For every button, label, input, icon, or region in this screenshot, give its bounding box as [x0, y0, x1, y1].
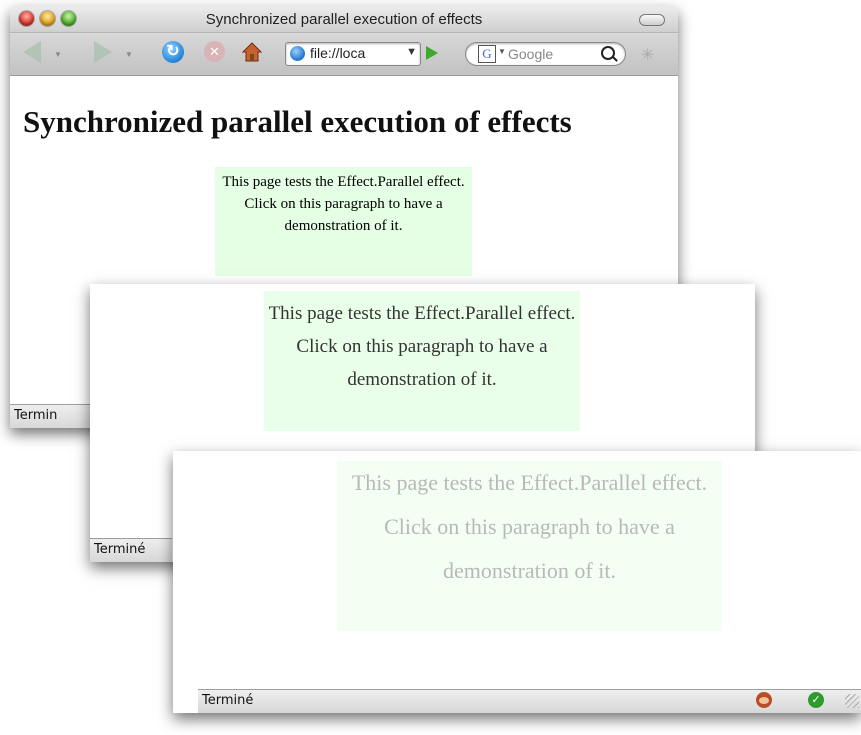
demo-paragraph-text: This page tests the Effect.Parallel effe…: [268, 303, 576, 390]
status-bar: Terminé: [90, 538, 172, 562]
window-title: Synchronized parallel execution of effec…: [205, 11, 483, 28]
navigation-toolbar: ▼ ▼ ↻ ✕ file://loca ▼ G ▼ Google ✳: [10, 33, 678, 76]
url-text: file://loca: [310, 45, 366, 61]
search-engine-icon[interactable]: G: [478, 45, 496, 63]
forward-arrow-icon[interactable]: [94, 41, 112, 63]
back-arrow-icon[interactable]: [23, 41, 41, 63]
greasemonkey-icon[interactable]: [756, 692, 772, 708]
search-field[interactable]: G ▼ Google: [465, 42, 626, 66]
demo-paragraph-text: This page tests the Effect.Parallel effe…: [222, 174, 465, 234]
reload-icon[interactable]: ↻: [162, 41, 184, 63]
status-text: Terminé: [94, 542, 146, 557]
home-icon[interactable]: [242, 42, 262, 62]
demo-paragraph-fading[interactable]: This page tests the Effect.Parallel effe…: [264, 291, 580, 431]
status-text: Terminé: [202, 693, 254, 708]
url-dropdown-icon[interactable]: ▼: [406, 46, 417, 58]
browser-window-step-3: This page tests the Effect.Parallel effe…: [173, 451, 861, 713]
toolbar-toggle-button[interactable]: [639, 14, 665, 26]
go-icon[interactable]: [426, 46, 438, 60]
throbber-icon: ✳: [641, 47, 655, 64]
search-placeholder: Google: [508, 46, 554, 62]
check-icon[interactable]: ✓: [808, 692, 824, 708]
status-bar: Terminé ✓: [198, 689, 861, 713]
status-text: Termin: [14, 408, 58, 423]
url-field[interactable]: file://loca ▼: [285, 42, 421, 66]
demo-paragraph[interactable]: This page tests the Effect.Parallel effe…: [215, 167, 472, 276]
back-history-dropdown-icon[interactable]: ▼: [54, 50, 62, 59]
stop-icon[interactable]: ✕: [204, 41, 225, 62]
magnifier-icon[interactable]: [601, 46, 615, 60]
forward-history-dropdown-icon[interactable]: ▼: [125, 50, 133, 59]
search-engine-dropdown-icon[interactable]: ▼: [498, 47, 506, 56]
resize-grip[interactable]: [845, 694, 859, 708]
title-bar[interactable]: Synchronized parallel execution of effec…: [10, 6, 678, 33]
demo-paragraph-text: This page tests the Effect.Parallel effe…: [351, 470, 708, 583]
demo-paragraph-faded[interactable]: This page tests the Effect.Parallel effe…: [337, 461, 722, 631]
site-globe-icon: [290, 46, 305, 61]
page-heading: Synchronized parallel execution of effec…: [23, 104, 572, 139]
